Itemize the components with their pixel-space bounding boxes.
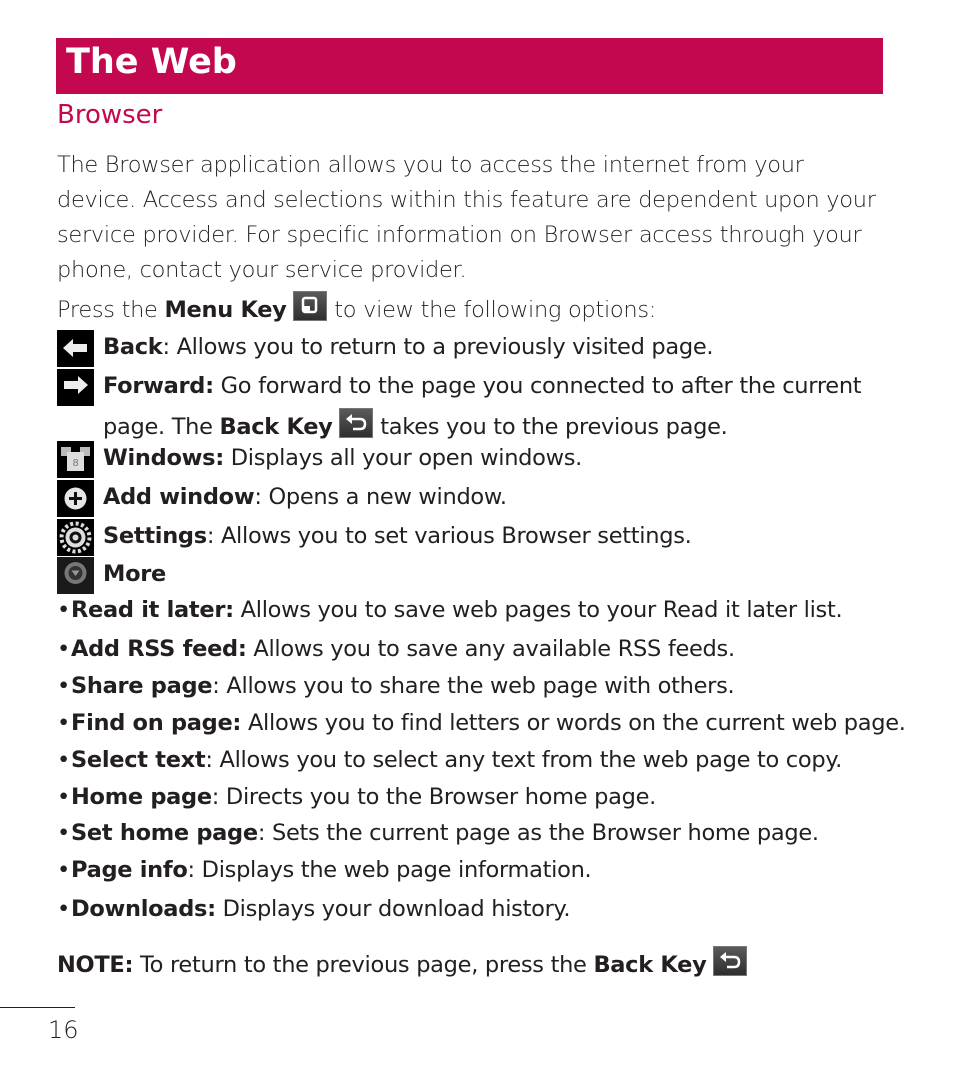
bullet: • (57, 820, 70, 846)
intro-paragraph: The Browser application allows you to ac… (57, 152, 876, 283)
item-label: Page info (71, 857, 188, 883)
option-desc: Opens a new window. (261, 484, 507, 510)
more-item-find-on-page: •Find on page: Allows you to find letter… (57, 710, 906, 736)
item-sep: : (212, 673, 220, 699)
menu-line-prefix: Press the (57, 297, 165, 323)
item-desc: Displays the web page information. (194, 857, 592, 883)
back-key-icon (713, 946, 748, 976)
chapter-title: The Web (66, 42, 237, 82)
back-arrow-icon (57, 330, 94, 367)
item-desc: Displays your download history. (215, 896, 571, 922)
item-label: Share page (71, 673, 213, 699)
bullet: • (57, 710, 70, 736)
svg-text:8: 8 (72, 458, 78, 469)
item-desc: Allows you to save web pages to your Rea… (233, 597, 843, 623)
more-item-set-home-page: •Set home page: Sets the current page as… (57, 820, 819, 846)
back-key-label: Back Key (593, 952, 707, 978)
item-desc: Allows you to select any text from the w… (212, 747, 842, 773)
note-text: To return to the previous page, press th… (133, 952, 594, 978)
menu-key-label: Menu Key (164, 297, 287, 323)
back-key-label: Back Key (219, 414, 333, 440)
forward-arrow-icon (57, 369, 94, 406)
option-label: Add window (103, 484, 255, 510)
option-label: Back (103, 334, 163, 360)
settings-gear-icon (57, 519, 94, 556)
note: NOTE: To return to the previous page, pr… (57, 946, 748, 978)
footer-rule (0, 1007, 75, 1008)
menu-line-suffix: to view the following options: (334, 297, 657, 323)
option-desc-cont: takes you to the previous page. (373, 414, 728, 440)
option-sep: : (206, 523, 215, 549)
option-desc: Displays all your open windows. (223, 445, 583, 471)
item-label: Read it later: (71, 597, 234, 623)
option-sep: : (162, 334, 170, 360)
add-window-icon (57, 480, 94, 517)
option-label: More (103, 561, 167, 587)
more-item-page-info: •Page info: Displays the web page inform… (57, 857, 592, 883)
bullet: • (57, 636, 70, 662)
item-sep: : (205, 747, 213, 773)
option-label: Windows: (103, 445, 224, 471)
windows-icon: 8 (57, 441, 94, 478)
option-desc: Go forward to the page you connected to … (213, 373, 862, 399)
bullet: • (57, 896, 70, 922)
more-icon (57, 557, 94, 594)
section-title: Browser (57, 100, 163, 130)
more-item-share-page: •Share page: Allows you to share the web… (57, 673, 735, 699)
option-label: Forward: (103, 373, 214, 399)
bullet: • (57, 857, 70, 883)
item-desc: Directs you to the Browser home page. (219, 784, 656, 810)
more-item-downloads: •Downloads: Displays your download histo… (57, 896, 570, 922)
more-item-home-page: •Home page: Directs you to the Browser h… (57, 784, 656, 810)
option-desc: Allows you to set various Browser settin… (214, 523, 692, 549)
item-desc: Allows you to save any available RSS fee… (246, 636, 735, 662)
item-desc: Allows you to find letters or words on t… (241, 710, 906, 736)
more-item-select-text: •Select text: Allows you to select any t… (57, 747, 842, 773)
item-label: Select text (71, 747, 206, 773)
more-item-read-it-later: •Read it later: Allows you to save web p… (57, 597, 843, 623)
option-desc-cont: page. The (103, 414, 220, 440)
bullet: • (57, 673, 70, 699)
option-label: Settings (103, 523, 207, 549)
bullet: • (57, 597, 70, 623)
item-label: Home page (71, 784, 212, 810)
note-label: NOTE: (57, 952, 134, 978)
chapter-banner: The Web (56, 38, 883, 94)
bullet: • (57, 747, 70, 773)
item-desc: Sets the current page as the Browser hom… (265, 820, 819, 846)
back-key-icon (339, 408, 374, 438)
page-number: 16 (48, 1016, 79, 1044)
option-sep: : (254, 484, 262, 510)
more-item-add-rss-feed: •Add RSS feed: Allows you to save any av… (57, 636, 735, 662)
bullet: • (57, 784, 70, 810)
menu-key-line: Press the Menu Key to view the following… (57, 291, 887, 328)
item-label: Add RSS feed: (71, 636, 247, 662)
option-desc: Allows you to return to a previously vis… (169, 334, 714, 360)
item-label: Find on page: (71, 710, 242, 736)
item-sep: : (211, 784, 220, 810)
item-label: Set home page (71, 820, 258, 846)
menu-key-icon (293, 291, 328, 321)
item-sep: : (187, 857, 196, 883)
item-label: Downloads: (71, 896, 216, 922)
item-desc: Allows you to share the web page with ot… (219, 673, 735, 699)
